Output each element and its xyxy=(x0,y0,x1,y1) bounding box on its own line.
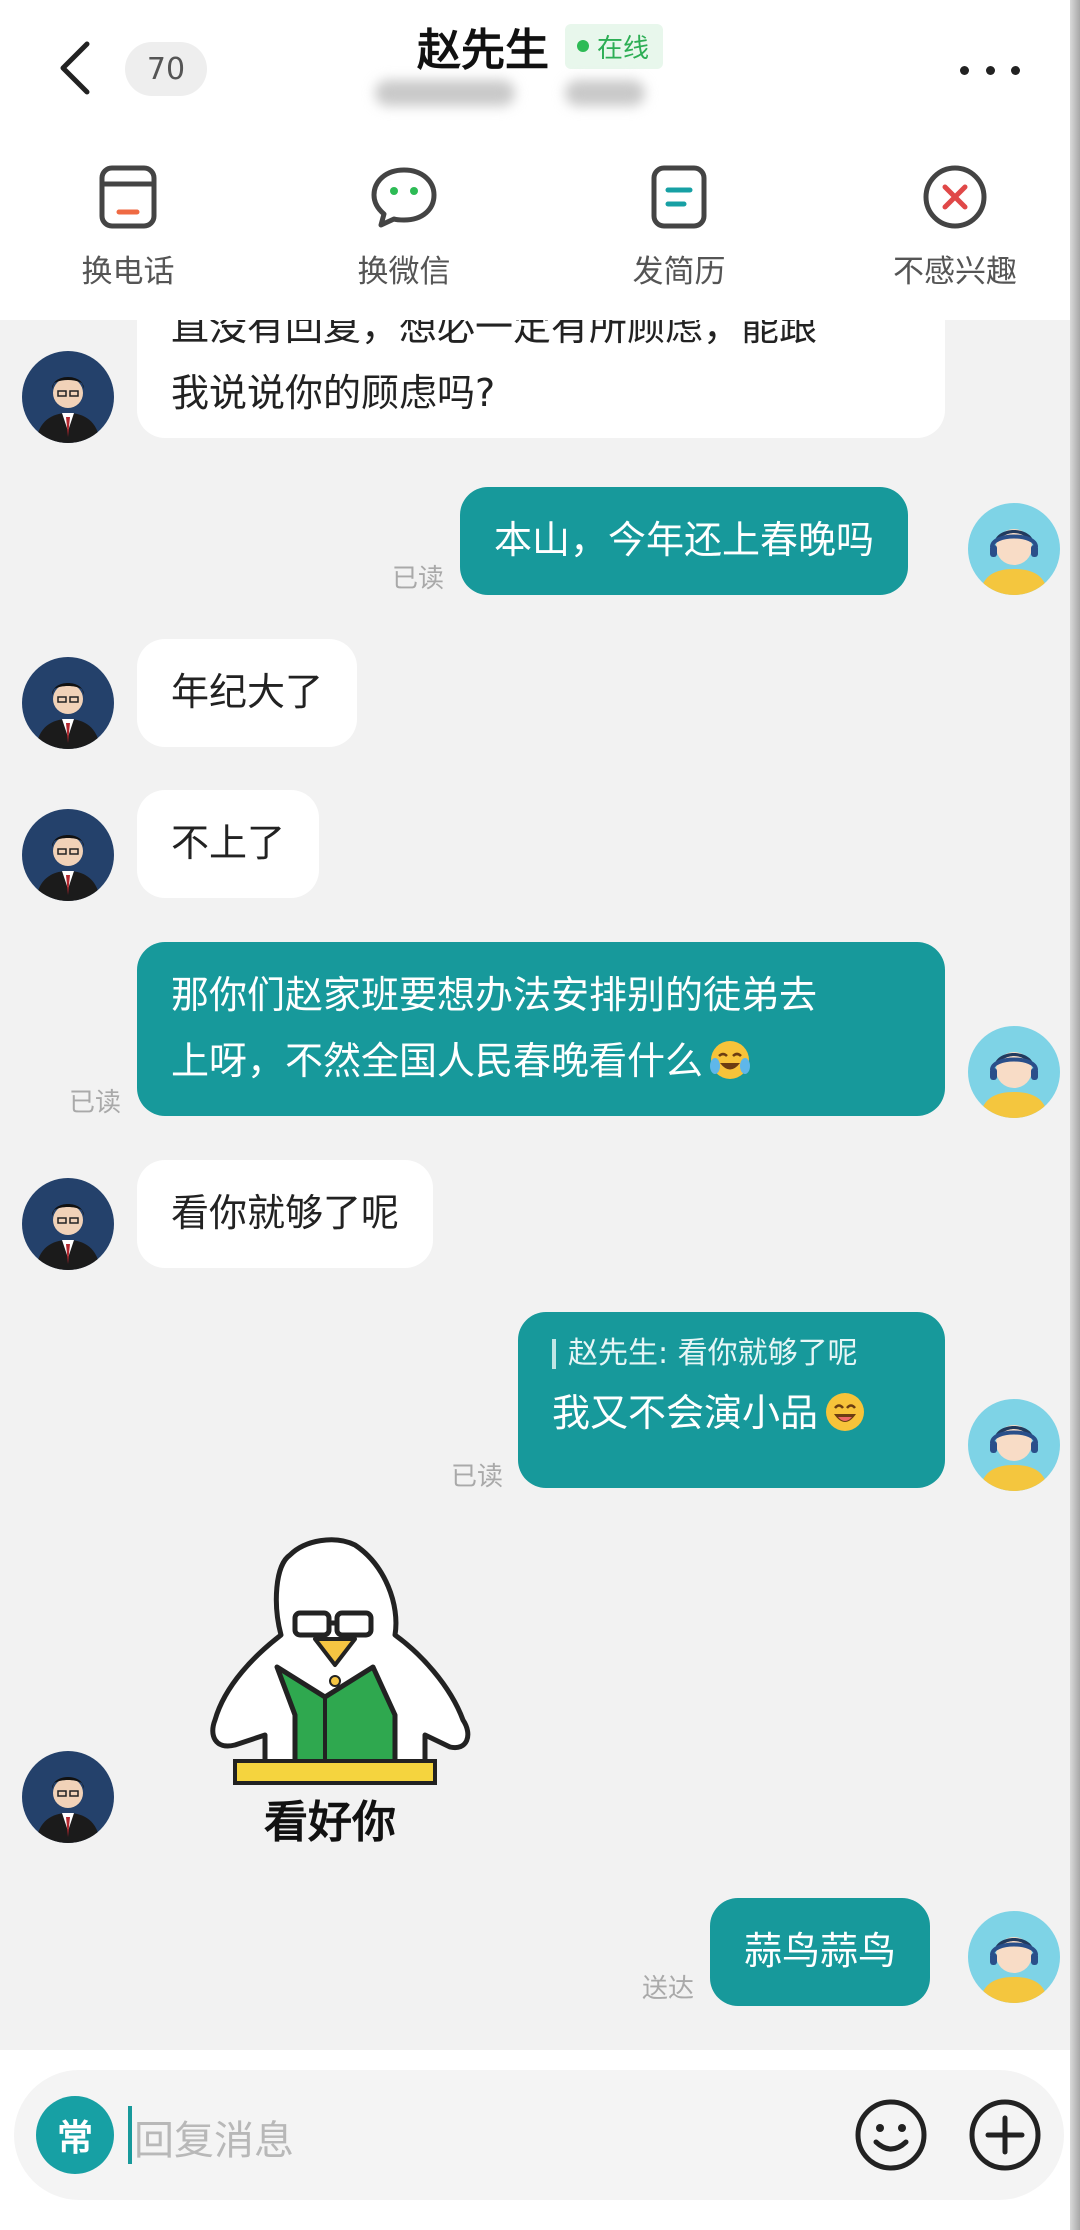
dot-icon xyxy=(985,65,995,75)
common-phrases-button[interactable]: 常 xyxy=(36,2096,114,2174)
more-options-button[interactable] xyxy=(960,50,1020,90)
message-text: 蒜鸟蒜鸟 xyxy=(744,1929,897,1973)
resume-icon xyxy=(644,162,714,232)
incoming-message[interactable]: 不上了 xyxy=(137,790,320,898)
online-dot-icon xyxy=(576,40,589,52)
incoming-message[interactable]: 直没有回复，想必一定有所顾虑，能跟 我说说你的顾虑吗? xyxy=(137,320,945,438)
message-text: 我又不会演小品 xyxy=(552,1391,819,1435)
online-status-text: 在线 xyxy=(596,33,649,64)
action-label: 换电话 xyxy=(81,254,175,290)
phone-card-icon xyxy=(93,162,163,232)
read-status: 已读 xyxy=(392,564,445,594)
my-avatar[interactable] xyxy=(968,1911,1060,2003)
duck-sticker[interactable]: 看好你 xyxy=(195,1535,480,1855)
quote-bar xyxy=(552,1339,556,1369)
action-label: 发简历 xyxy=(632,254,726,290)
smiley-icon xyxy=(855,2099,927,2171)
contact-avatar[interactable] xyxy=(22,1178,114,1270)
action-exchange-phone[interactable]: 换电话 xyxy=(28,162,228,291)
my-avatar[interactable] xyxy=(968,1026,1060,1118)
blurred-subtitle-a xyxy=(375,80,515,106)
reply-input[interactable]: 常 回复消息 xyxy=(14,2070,1064,2200)
message-text: 不上了 xyxy=(171,821,286,865)
message-text: 看你就够了呢 xyxy=(171,1191,400,1235)
contact-avatar[interactable] xyxy=(22,657,114,749)
message-text: 上呀，不然全国人民春晚看什么 xyxy=(171,1039,704,1083)
message-text: 本山，今年还上春晚吗 xyxy=(494,518,875,562)
incoming-message[interactable]: 年纪大了 xyxy=(137,639,358,747)
outgoing-message[interactable]: 赵先生: 看你就够了呢 我又不会演小品 xyxy=(518,1312,945,1488)
quote-text: 赵先生: 看你就够了呢 xyxy=(568,1336,858,1371)
action-not-interested[interactable]: 不感兴趣 xyxy=(855,162,1055,291)
emoji-button[interactable] xyxy=(852,2096,930,2174)
laughing-emoji-icon xyxy=(826,1393,865,1431)
crying-laughing-emoji-icon xyxy=(710,1041,751,1079)
message-input-bar: 常 回复消息 xyxy=(0,2050,1080,2230)
action-label: 换微信 xyxy=(357,254,451,290)
delivery-status: 送达 xyxy=(642,1974,695,2004)
dot-icon xyxy=(960,65,969,75)
message-text: 我说说你的顾虑吗? xyxy=(171,371,496,415)
read-status: 已读 xyxy=(451,1462,504,1492)
plus-icon xyxy=(969,2099,1041,2171)
blurred-subtitle-b xyxy=(565,80,645,106)
my-avatar[interactable] xyxy=(968,1399,1060,1491)
read-status: 已读 xyxy=(69,1088,122,1118)
sticker-caption: 看好你 xyxy=(264,1797,396,1848)
outgoing-message[interactable]: 本山，今年还上春晚吗 xyxy=(460,487,909,595)
text-caret xyxy=(128,2106,132,2164)
action-exchange-wechat[interactable]: 换微信 xyxy=(304,162,504,291)
quoted-message[interactable]: 赵先生: 看你就够了呢 xyxy=(552,1332,911,1376)
reply-placeholder: 回复消息 xyxy=(134,2118,294,2164)
message-list[interactable]: 直没有回复，想必一定有所顾虑，能跟 我说说你的顾虑吗? 已读 本山，今年还上春晚… xyxy=(0,320,1080,2050)
outgoing-message[interactable]: 那你们赵家班要想办法安排别的徒弟去 上呀，不然全国人民春晚看什么 xyxy=(137,942,945,1116)
scrollbar-edge xyxy=(1070,0,1080,2230)
incoming-message[interactable]: 看你就够了呢 xyxy=(137,1160,434,1268)
not-interested-icon xyxy=(920,162,990,232)
outgoing-message[interactable]: 蒜鸟蒜鸟 xyxy=(710,1898,931,2006)
more-functions-button[interactable] xyxy=(966,2096,1044,2174)
contact-avatar[interactable] xyxy=(22,351,114,443)
contact-name: 赵先生 xyxy=(416,25,549,76)
action-send-resume[interactable]: 发简历 xyxy=(579,162,779,291)
contact-avatar[interactable] xyxy=(22,809,114,901)
message-text: 直没有回复，想必一定有所顾虑，能跟 xyxy=(171,320,818,349)
message-text: 年纪大了 xyxy=(171,670,324,714)
quick-action-bar: 换电话 换微信 发简历 不感兴趣 xyxy=(0,150,1080,320)
chat-header: 70 赵先生 在线 xyxy=(0,0,1080,150)
online-status-badge: 在线 xyxy=(564,23,663,69)
contact-avatar[interactable] xyxy=(22,1751,114,1843)
message-text: 那你们赵家班要想办法安排别的徒弟去 xyxy=(171,973,818,1017)
wechat-icon xyxy=(369,162,439,232)
dot-icon xyxy=(1011,65,1020,75)
my-avatar[interactable] xyxy=(968,503,1060,595)
action-label: 不感兴趣 xyxy=(893,254,1017,290)
